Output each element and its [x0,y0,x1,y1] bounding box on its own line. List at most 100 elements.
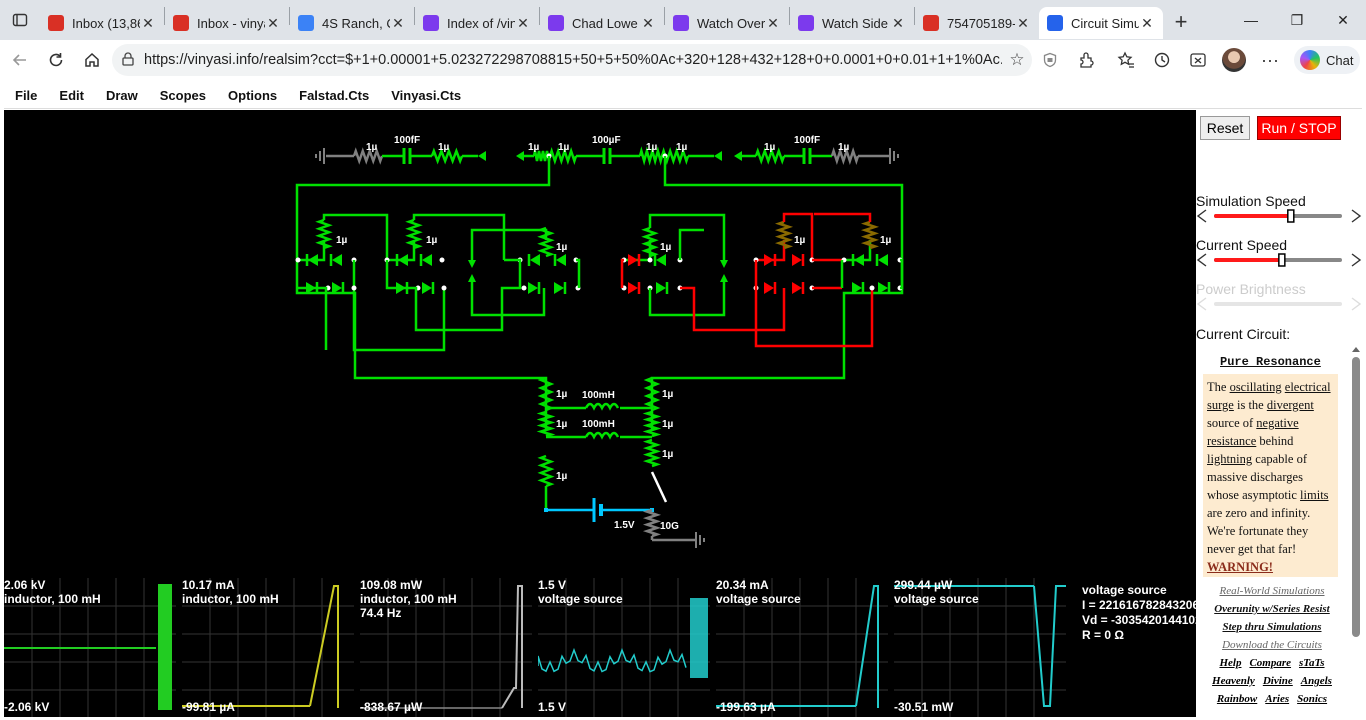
home-button[interactable] [74,44,110,76]
tab-4[interactable]: Index of /vin ✕ [415,7,539,39]
info-line-type: voltage source [1082,583,1167,597]
component-label: 1µ [438,142,450,153]
side-panel-scrollbar[interactable] [1350,345,1362,720]
link-lightning[interactable]: lightning [1207,452,1252,466]
link-overunity[interactable]: Overunity w/Series Resist [1206,600,1338,618]
more-menu-icon[interactable]: ··· [1254,44,1286,76]
slider-left-arrow-icon[interactable] [1196,297,1207,311]
link-stats[interactable]: sTaTs [1299,657,1324,669]
copilot-chat-button[interactable]: Chat [1294,46,1360,74]
close-tab-icon[interactable]: ✕ [1015,15,1031,32]
slider-right-arrow-icon[interactable] [1351,209,1362,223]
slider-right-arrow-icon[interactable] [1351,253,1362,267]
tab-title: Watch Overt [697,15,765,31]
tab-7[interactable]: Watch Side L✕ [790,7,914,39]
new-tab-button[interactable]: + [1163,9,1199,35]
favorites-icon[interactable] [1110,44,1142,76]
link-download-circuits[interactable]: Download the Circuits [1206,636,1338,654]
menu-vinyasi-cts[interactable]: Vinyasi.Cts [380,88,472,103]
link-help[interactable]: Help [1219,657,1241,669]
reload-button[interactable] [38,44,74,76]
globe-icon [423,15,439,31]
link-warning[interactable]: WARNING! [1207,560,1273,574]
link-heavenly[interactable]: Heavenly [1212,675,1255,687]
maximize-button[interactable]: ❐ [1274,0,1320,40]
scope-min-value: 1.5 V [538,700,567,714]
slider-thumb[interactable] [1287,209,1295,223]
tab-9[interactable]: Circuit Simul ✕ [1039,7,1163,39]
scope-5[interactable]: 20.34 mA voltage source -199.63 µA [716,578,888,717]
link-limits[interactable]: limits [1300,488,1328,502]
link-row: Heavenly Divine Angels [1206,672,1338,690]
scope-min-value: -30.51 mW [894,700,954,714]
close-tab-icon[interactable]: ✕ [640,15,656,32]
screenshot-icon[interactable] [1182,44,1214,76]
component-label: 1µ [426,235,438,246]
link-real-world-simulations[interactable]: Real-World Simulations [1206,582,1338,600]
circuit-canvas[interactable]: 1µ 100fF 1µ 1µ 1µ 100µF 1µ 1µ 1µ 100fF 1µ 1µ 1µ 1µ 1µ 1… [4,110,1196,717]
tab-title: Watch Side L [822,15,890,31]
tab-actions-icon[interactable] [0,0,40,40]
scope-1[interactable]: 2.06 kV inductor, 100 mH -2.06 kV [4,578,176,717]
slider-left-arrow-icon[interactable] [1196,209,1207,223]
menu-file[interactable]: File [4,88,48,103]
link-step-thru-simulations[interactable]: Step thru Simulations [1206,618,1338,636]
extensions-icon[interactable] [1070,44,1102,76]
link-divergent[interactable]: divergent [1267,398,1314,412]
close-tab-icon[interactable]: ✕ [265,15,281,32]
profile-avatar[interactable] [1218,44,1250,76]
circuit-icon [1047,15,1063,31]
link-angels[interactable]: Angels [1301,675,1332,687]
minimize-button[interactable]: — [1228,0,1274,40]
simulation-speed-slider[interactable] [1196,208,1362,224]
slider-thumb[interactable] [1278,253,1286,267]
tab-title: Circuit Simul [1071,15,1139,31]
circuit-title[interactable]: Pure Resonance [1220,355,1321,369]
link-oscillating[interactable]: oscillating [1230,380,1282,394]
close-tab-icon[interactable]: ✕ [1139,15,1155,32]
current-speed-slider[interactable] [1196,252,1362,268]
tab-1[interactable]: Inbox (13,86 ✕ [40,7,164,39]
menu-falstad-cts[interactable]: Falstad.Cts [288,88,380,103]
close-tab-icon[interactable]: ✕ [765,15,781,32]
tab-6[interactable]: Watch Overt ✕ [665,7,789,39]
component-label: 100fF [394,135,420,146]
menu-edit[interactable]: Edit [48,88,95,103]
info-line-resistance: R = 0 Ω [1082,628,1124,642]
close-tab-icon[interactable]: ✕ [515,15,531,32]
history-icon[interactable] [1146,44,1178,76]
scope-3[interactable]: 109.08 mW inductor, 100 mH 74.4 Hz -838.67 … [360,578,532,717]
shield-icon[interactable] [1034,44,1066,76]
menu-draw[interactable]: Draw [95,88,149,103]
link-aries[interactable]: Aries [1265,693,1289,705]
tab-8[interactable]: 754705189-/✕ [915,7,1039,39]
link-rainbow[interactable]: Rainbow [1217,693,1257,705]
slider-right-arrow-icon[interactable] [1351,297,1362,311]
scope-2[interactable]: 10.17 mA inductor, 100 mH -99.81 µA [182,578,354,717]
link-compare[interactable]: Compare [1249,657,1291,669]
gmail-icon [173,15,189,31]
close-tab-icon[interactable]: ✕ [890,15,906,32]
browser-tab-strip: Inbox (13,86✕Inbox - vinya✕4S Ranch, CA✕… [0,0,1366,40]
close-window-button[interactable]: ✕ [1320,0,1366,40]
scope-6[interactable]: 299.44 µW voltage source -30.51 mW [894,578,1066,717]
circuit-diagram[interactable]: 1µ 100fF 1µ 1µ 1µ 100µF 1µ 1µ 1µ 100fF 1µ 1µ 1µ 1µ 1µ 1… [4,110,1196,578]
link-divine[interactable]: Divine [1263,675,1293,687]
close-tab-icon[interactable]: ✕ [390,15,406,32]
run-stop-button[interactable]: Run / STOP [1257,116,1341,140]
menu-options[interactable]: Options [217,88,288,103]
url-text[interactable]: https://vinyasi.info/realsim?cct=$+1+0.0… [144,52,1002,68]
menu-scopes[interactable]: Scopes [149,88,217,103]
favorite-star-icon[interactable]: ☆ [1002,50,1032,70]
scope-4[interactable]: 1.5 Vvoltage source 1.5 V [538,578,710,717]
tab-5[interactable]: Chad Lowe - ✕ [540,7,664,39]
tab-3[interactable]: 4S Ranch, CA✕ [290,7,414,39]
component-label: 100mH [582,390,615,401]
close-tab-icon[interactable]: ✕ [140,15,156,32]
slider-left-arrow-icon[interactable] [1196,253,1207,267]
back-button[interactable] [2,44,38,76]
reset-button[interactable]: Reset [1200,116,1250,140]
link-sonics[interactable]: Sonics [1297,693,1327,705]
tab-2[interactable]: Inbox - vinya ✕ [165,7,289,39]
address-bar[interactable]: https://vinyasi.info/realsim?cct=$+1+0.0… [112,44,1032,76]
